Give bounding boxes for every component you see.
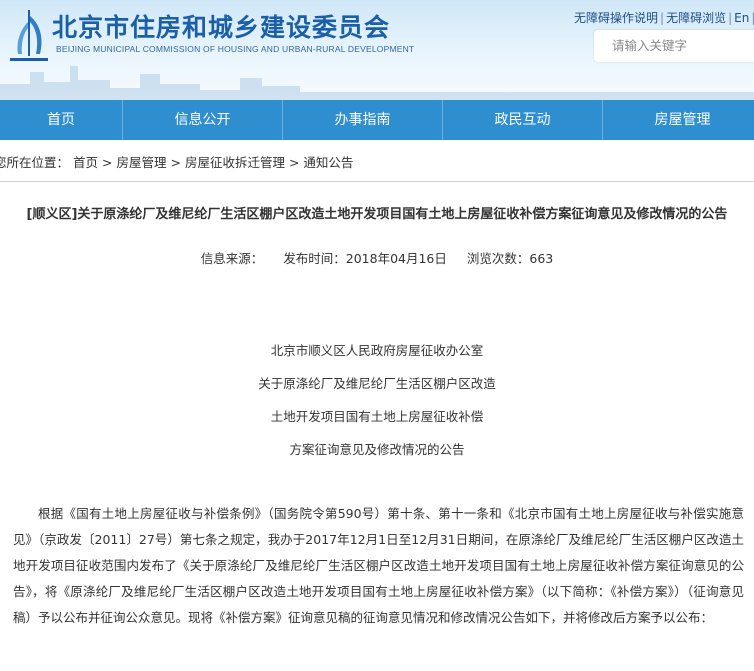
article-title: [顺义区]关于原涤纶厂及维尼纶厂生活区棚户区改造土地开发项目国有土地上房屋征收补… bbox=[26, 207, 728, 222]
breadcrumb-item-home[interactable]: 首页 bbox=[73, 155, 98, 170]
link-separator: | bbox=[660, 11, 665, 25]
site-title: 北京市住房和城乡建设委员会 bbox=[52, 13, 391, 42]
notice-heading-line: 方案征询意见及修改情况的公告 bbox=[289, 442, 465, 457]
article-meta: 信息来源： 发布时间：2018年04月16日 浏览次数：663 bbox=[0, 248, 754, 267]
notice-heading-line: 土地开发项目国有土地上房屋征收补偿 bbox=[270, 409, 484, 424]
nav-item-interaction[interactable]: 政民互动 bbox=[443, 100, 603, 140]
top-links: 无障碍操作说明|无障碍浏览|En|住 bbox=[574, 9, 754, 26]
nav-item-home[interactable]: 首页 bbox=[0, 100, 123, 140]
breadcrumb-item-expropriation[interactable]: 房屋征收拆迁管理 bbox=[185, 155, 285, 170]
search-box bbox=[594, 30, 754, 62]
view-count: 浏览次数：663 bbox=[466, 251, 554, 266]
logo-icon bbox=[10, 10, 48, 61]
main-nav: 首页 信息公开 办事指南 政民互动 房屋管理 bbox=[0, 100, 754, 140]
nav-item-service-guide[interactable]: 办事指南 bbox=[283, 100, 443, 140]
article-body-paragraph: 根据《国有土地上房屋征收与补偿条例》（国务院令第590号）第十条、第十一条和《北… bbox=[13, 506, 744, 625]
breadcrumb-separator: > bbox=[288, 155, 300, 170]
content-divider bbox=[0, 181, 754, 182]
accessibility-guide-link[interactable]: 无障碍操作说明 bbox=[574, 11, 658, 25]
notice-heading-line: 北京市顺义区人民政府房屋征收办公室 bbox=[270, 343, 484, 358]
search-input[interactable] bbox=[612, 30, 754, 60]
site-subtitle: BEIJING MUNICIPAL COMMISSION OF HOUSING … bbox=[56, 44, 415, 54]
breadcrumb-separator: > bbox=[170, 155, 181, 170]
breadcrumb-item-notices[interactable]: 通知公告 bbox=[303, 155, 353, 170]
breadcrumb-separator: > bbox=[102, 155, 113, 170]
breadcrumb: 您所在位置： 首页 > 房屋管理 > 房屋征收拆迁管理 > 通知公告 bbox=[0, 152, 353, 171]
notice-heading-line: 关于原涤纶厂及维尼纶厂生活区棚户区改造 bbox=[258, 376, 496, 391]
nav-item-housing-management[interactable]: 房屋管理 bbox=[603, 100, 754, 140]
breadcrumb-prefix: 您所在位置： bbox=[0, 155, 70, 170]
breadcrumb-item-housing[interactable]: 房屋管理 bbox=[116, 155, 166, 170]
nav-item-info-disclosure[interactable]: 信息公开 bbox=[123, 100, 283, 140]
site-header: 北京市住房和城乡建设委员会 BEIJING MUNICIPAL COMMISSI… bbox=[0, 0, 754, 100]
link-separator: | bbox=[728, 11, 733, 25]
info-source: 信息来源： bbox=[200, 251, 264, 266]
english-link[interactable]: En bbox=[734, 11, 749, 25]
accessibility-browse-link[interactable]: 无障碍浏览 bbox=[666, 11, 726, 25]
publish-date: 发布时间：2018年04月16日 bbox=[283, 251, 447, 266]
